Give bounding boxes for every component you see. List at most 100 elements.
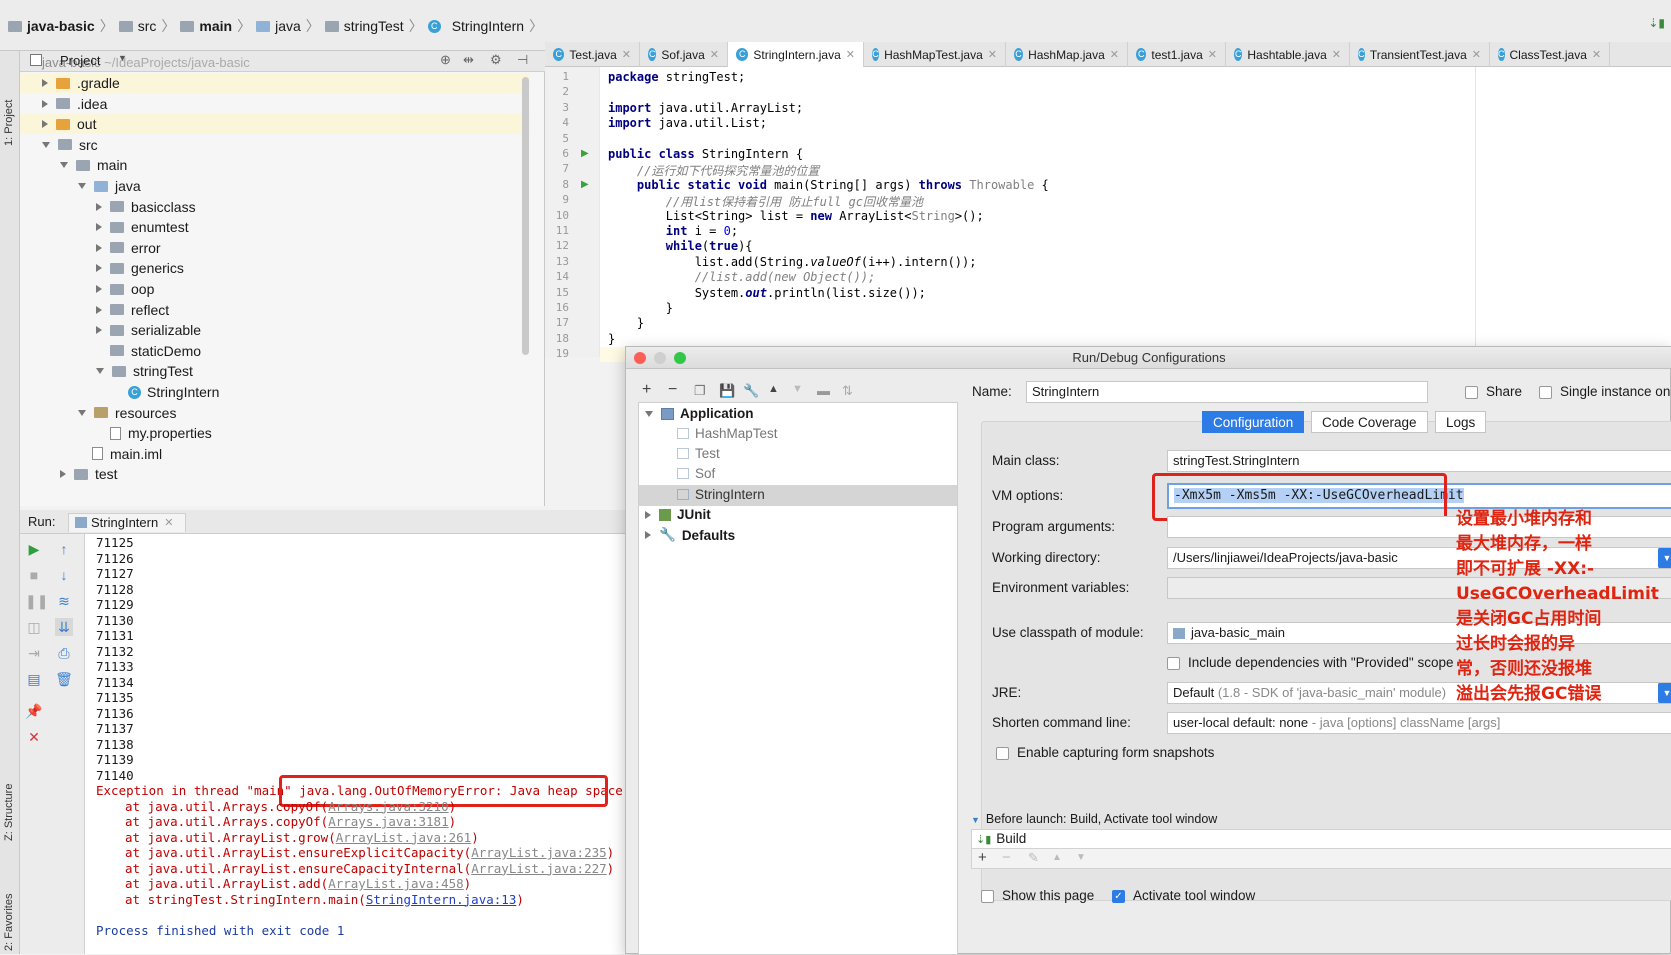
- name-input[interactable]: StringIntern: [1026, 381, 1428, 403]
- chevron-right-icon[interactable]: [60, 470, 66, 479]
- move-up-icon[interactable]: ▲: [1052, 852, 1062, 863]
- chevron-right-icon[interactable]: [42, 120, 48, 129]
- editor-tab[interactable]: C TransientTest.java ✕: [1350, 42, 1490, 67]
- up-arrow-icon[interactable]: ↑: [55, 540, 73, 558]
- tree-item-src[interactable]: src: [20, 135, 530, 155]
- move-up-icon[interactable]: ▲: [768, 383, 779, 395]
- layout-icon[interactable]: ▤: [25, 670, 43, 688]
- code-line[interactable]: public static void main(String[] args) t…: [608, 178, 1049, 192]
- chevron-right-icon[interactable]: [96, 305, 102, 314]
- zoom-window-button[interactable]: [674, 352, 686, 364]
- tree-item-my-properties[interactable]: my.properties: [20, 423, 530, 443]
- clear-all-icon[interactable]: 🗑: [55, 670, 73, 688]
- tree-node-config[interactable]: HashMapTest: [677, 426, 778, 441]
- tree-item-main-iml[interactable]: main.iml: [20, 444, 530, 464]
- breadcrumb-item-package[interactable]: stringTest: [344, 18, 404, 34]
- soft-wrap-icon[interactable]: ≋: [55, 592, 73, 610]
- source-link[interactable]: Arrays.java:3181: [328, 814, 448, 829]
- add-task-icon[interactable]: +: [978, 849, 987, 866]
- source-link[interactable]: ArrayList.java:458: [328, 876, 463, 891]
- chevron-down-icon[interactable]: [42, 141, 50, 148]
- code-editor[interactable]: 1 2 3 4 5 6 7 8 9 10 11 12 13 14 15 16 17 18 19 package st…: [545, 67, 1671, 363]
- single-instance-checkbox[interactable]: Single instance only: [1539, 384, 1671, 399]
- close-icon[interactable]: ✕: [622, 48, 631, 61]
- build-task[interactable]: ⇣▮ Build: [976, 831, 1026, 846]
- rerun-icon[interactable]: ▶: [25, 540, 43, 558]
- tree-item-idea[interactable]: .idea: [20, 94, 530, 114]
- close-icon[interactable]: ✕: [1472, 48, 1481, 61]
- chevron-down-icon[interactable]: [96, 368, 104, 375]
- tab-configuration[interactable]: Configuration: [1202, 411, 1305, 433]
- run-gutter-icon[interactable]: ▶: [581, 148, 589, 159]
- chevron-down-icon[interactable]: [78, 183, 86, 189]
- folder-icon[interactable]: ▬: [817, 383, 830, 398]
- editor-tab[interactable]: C Sof.java ✕: [640, 42, 728, 67]
- target-icon[interactable]: ⊕: [440, 52, 451, 68]
- pause-icon[interactable]: ❚❚: [25, 592, 48, 610]
- code-line[interactable]: import java.util.ArrayList;: [608, 101, 803, 115]
- breadcrumb-item-java[interactable]: java: [275, 18, 301, 34]
- source-link[interactable]: ArrayList.java:261: [336, 830, 471, 845]
- breadcrumb-item-src[interactable]: src: [138, 18, 157, 34]
- chevron-down-icon[interactable]: [60, 162, 68, 169]
- code-line[interactable]: list.add(String.valueOf(i++).intern());: [608, 255, 977, 269]
- scroll-to-end-icon[interactable]: ⇊: [55, 618, 73, 636]
- code-line[interactable]: //list.add(new Object());: [608, 270, 876, 284]
- close-icon[interactable]: ✕: [846, 48, 855, 61]
- before-launch-toggle[interactable]: ▼ Before launch: Build, Activate tool win…: [971, 812, 1217, 826]
- close-icon[interactable]: ✕: [164, 517, 173, 529]
- save-config-icon[interactable]: 💾: [719, 383, 735, 399]
- chevron-down-icon[interactable]: ▼: [1658, 683, 1671, 703]
- chevron-down-icon[interactable]: [78, 409, 86, 416]
- code-line[interactable]: int i = 0;: [608, 224, 738, 238]
- wrench-icon[interactable]: 🔧: [743, 383, 759, 399]
- tree-node-application[interactable]: Application: [645, 406, 754, 421]
- editor-tab[interactable]: C Test.java ✕: [545, 42, 640, 67]
- tree-item-serializable[interactable]: serializable: [20, 320, 530, 340]
- tree-item-generics[interactable]: generics: [20, 258, 530, 278]
- sort-icon[interactable]: ⇅: [842, 383, 853, 399]
- breadcrumb-item-project[interactable]: java-basic: [27, 18, 95, 34]
- copy-config-icon[interactable]: ❐: [694, 383, 706, 399]
- vcs-update-icon[interactable]: ⇣▮: [1648, 16, 1665, 30]
- run-gutter-icon[interactable]: ▶: [581, 179, 589, 190]
- tree-node-config[interactable]: Test: [677, 446, 720, 461]
- tree-node-config-selected[interactable]: StringIntern: [677, 487, 765, 502]
- tree-item-reflect[interactable]: reflect: [20, 300, 530, 320]
- editor-tab[interactable]: C StringIntern.java ✕: [728, 42, 864, 67]
- close-window-button[interactable]: [634, 352, 646, 364]
- shorten-command-line-select[interactable]: user-local default: none - java [options…: [1167, 712, 1671, 734]
- tree-item-resources[interactable]: resources: [20, 403, 530, 423]
- editor-tab[interactable]: C HashMapTest.java ✕: [864, 42, 1006, 67]
- tree-node-defaults[interactable]: 🔧 Defaults: [645, 527, 735, 543]
- close-icon[interactable]: ✕: [1208, 48, 1217, 61]
- close-icon[interactable]: ✕: [25, 728, 43, 746]
- gear-icon[interactable]: ⚙: [490, 52, 502, 68]
- move-down-icon[interactable]: ▼: [1076, 852, 1086, 863]
- tree-item-staticdemo[interactable]: staticDemo: [20, 341, 530, 361]
- editor-tab[interactable]: C HashMap.java ✕: [1006, 42, 1128, 67]
- close-icon[interactable]: ✕: [1332, 48, 1341, 61]
- breadcrumb-item-class[interactable]: StringIntern: [452, 18, 524, 34]
- chevron-right-icon[interactable]: [96, 223, 102, 232]
- remove-config-icon[interactable]: −: [668, 381, 677, 399]
- activate-tool-window-checkbox[interactable]: ✓ Activate tool window: [1112, 888, 1255, 903]
- chevron-right-icon[interactable]: [96, 285, 102, 293]
- tree-item-stringintern[interactable]: C StringIntern: [20, 382, 530, 402]
- editor-tab[interactable]: C ClassTest.java ✕: [1490, 42, 1610, 67]
- structure-tool-button[interactable]: Z: Structure: [3, 784, 15, 841]
- breadcrumb-item-main[interactable]: main: [199, 18, 232, 34]
- show-this-page-checkbox[interactable]: Show this page: [981, 888, 1094, 903]
- close-icon[interactable]: ✕: [1592, 48, 1601, 61]
- tree-item-error[interactable]: error: [20, 238, 530, 258]
- tree-item-basicclass[interactable]: basicclass: [20, 197, 530, 217]
- move-down-icon[interactable]: ▼: [792, 383, 803, 395]
- exit-icon[interactable]: ⇥: [25, 644, 43, 662]
- tree-item-enumtest[interactable]: enumtest: [20, 217, 530, 237]
- close-icon[interactable]: ✕: [710, 48, 719, 61]
- pin-icon[interactable]: 📌: [25, 702, 43, 720]
- chevron-right-icon[interactable]: [96, 202, 102, 211]
- code-area[interactable]: package stringTest; import java.util.Arra…: [545, 67, 1671, 363]
- tab-logs[interactable]: Logs: [1435, 411, 1487, 433]
- chevron-right-icon[interactable]: [96, 326, 102, 335]
